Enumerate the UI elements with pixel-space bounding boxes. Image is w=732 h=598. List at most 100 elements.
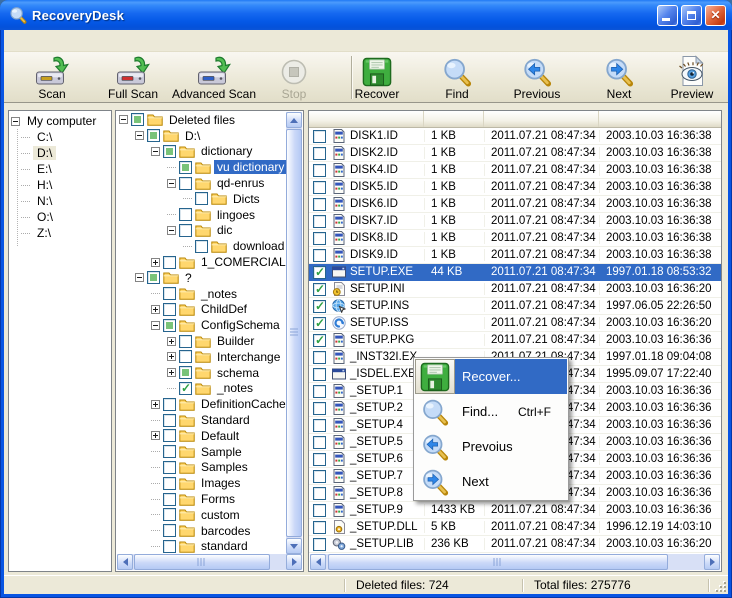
tree-node-schema[interactable]: schema (117, 365, 286, 381)
tree-node-standard[interactable]: Standard (117, 412, 286, 428)
scrollbar-thumb[interactable] (286, 129, 302, 537)
tree-node-download[interactable]: download (117, 238, 286, 254)
minimize-button[interactable] (657, 5, 678, 26)
file-checkbox[interactable] (313, 283, 326, 296)
toolbar-button-previous[interactable]: Previous (497, 55, 577, 101)
tree-node-forms[interactable]: Forms (117, 491, 286, 507)
file-checkbox[interactable] (313, 130, 326, 143)
tree-checkbox[interactable] (179, 335, 192, 348)
collapse-icon[interactable] (119, 115, 128, 124)
tree-checkbox[interactable] (131, 113, 144, 126)
tree-checkbox[interactable] (163, 493, 176, 506)
toolbar-button-find[interactable]: Find (417, 55, 497, 101)
list-hscrollbar[interactable] (310, 554, 720, 570)
tree-node-blank[interactable]: ? (117, 270, 286, 286)
toolbar-button-advanced-scan[interactable]: Advanced Scan (168, 55, 260, 101)
tree-checkbox[interactable] (163, 256, 176, 269)
drive-item-o[interactable]: O:\ (9, 209, 111, 225)
file-checkbox[interactable] (313, 521, 326, 534)
tree-node-custom[interactable]: custom (117, 507, 286, 523)
scroll-up-button[interactable] (286, 112, 302, 128)
file-row-setup-pkg[interactable]: SETUP.PKG 2011.07.21 08:47:34 2003.10.03… (309, 332, 721, 349)
file-checkbox[interactable] (313, 181, 326, 194)
tree-checkbox[interactable] (179, 382, 192, 395)
maximize-button[interactable] (681, 5, 702, 26)
toolbar-button-preview[interactable]: Preview (657, 55, 727, 101)
tree-node-builder[interactable]: Builder (117, 333, 286, 349)
file-row-disk4-id[interactable]: DISK4.ID 1 KB 2011.07.21 08:47:34 2003.1… (309, 162, 721, 179)
file-checkbox[interactable] (313, 402, 326, 415)
file-checkbox[interactable] (313, 436, 326, 449)
tree-node-samples[interactable]: Samples (117, 460, 286, 476)
tree-node-interchange[interactable]: Interchange (117, 349, 286, 365)
my-computer-node[interactable]: My computer (9, 113, 111, 129)
file-checkbox[interactable] (313, 487, 326, 500)
file-checkbox[interactable] (313, 538, 326, 551)
context-menu-item-find[interactable]: Find... Ctrl+F (415, 394, 567, 429)
tree-checkbox[interactable] (163, 319, 176, 332)
file-row-setup-lib[interactable]: _SETUP.LIB 236 KB 2011.07.21 08:47:34 20… (309, 536, 721, 553)
file-checkbox[interactable] (313, 453, 326, 466)
scrollbar-thumb[interactable] (134, 554, 270, 570)
collapse-icon[interactable] (167, 226, 176, 235)
tree-checkbox[interactable] (163, 414, 176, 427)
tree-checkbox[interactable] (179, 224, 192, 237)
toolbar-button-full-scan[interactable]: Full Scan (93, 55, 173, 101)
tree-checkbox[interactable] (147, 271, 160, 284)
tree-checkbox[interactable] (163, 303, 176, 316)
file-row-disk9-id[interactable]: DISK9.ID 1 KB 2011.07.21 08:47:34 2003.1… (309, 247, 721, 264)
tree-node-childdef[interactable]: ChildDef (117, 302, 286, 318)
column-header-size[interactable] (424, 111, 484, 127)
file-checkbox[interactable] (313, 351, 326, 364)
tree-checkbox[interactable] (163, 145, 176, 158)
file-row-setup-9[interactable]: _SETUP.9 1433 KB 2011.07.21 08:47:34 200… (309, 502, 721, 519)
scroll-right-button[interactable] (704, 554, 720, 570)
file-row-disk1-id[interactable]: DISK1.ID 1 KB 2011.07.21 08:47:34 2003.1… (309, 128, 721, 145)
file-checkbox[interactable] (313, 368, 326, 381)
file-row-disk5-id[interactable]: DISK5.ID 1 KB 2011.07.21 08:47:34 2003.1… (309, 179, 721, 196)
file-row-setup-iss[interactable]: SETUP.ISS 2011.07.21 08:47:34 2003.10.03… (309, 315, 721, 332)
tree-node-1-comercial[interactable]: 1_COMERCIAL (117, 254, 286, 270)
context-menu-item-recover[interactable]: Recover... (415, 359, 567, 394)
expand-icon[interactable] (151, 258, 160, 267)
tree-node-d[interactable]: D:\ (117, 128, 286, 144)
file-checkbox[interactable] (313, 266, 326, 279)
file-row-disk6-id[interactable]: DISK6.ID 1 KB 2011.07.21 08:47:34 2003.1… (309, 196, 721, 213)
column-header-created[interactable] (484, 111, 599, 127)
tree-checkbox[interactable] (163, 508, 176, 521)
tree-checkbox[interactable] (179, 208, 192, 221)
collapse-icon[interactable] (151, 321, 160, 330)
tree-checkbox[interactable] (163, 477, 176, 490)
tree-checkbox[interactable] (179, 366, 192, 379)
close-button[interactable]: ✕ (705, 5, 726, 26)
tree-node-dictionary[interactable]: dictionary (117, 144, 286, 160)
file-row-setup-ini[interactable]: SETUP.INI 2011.07.21 08:47:34 2003.10.03… (309, 281, 721, 298)
file-row-setup-exe[interactable]: SETUP.EXE 44 KB 2011.07.21 08:47:34 1997… (309, 264, 721, 281)
drive-item-n[interactable]: N:\ (9, 193, 111, 209)
expand-icon[interactable] (167, 368, 176, 377)
file-row-disk8-id[interactable]: DISK8.ID 1 KB 2011.07.21 08:47:34 2003.1… (309, 230, 721, 247)
expand-icon[interactable] (151, 400, 160, 409)
tree-node-barcodes[interactable]: barcodes (117, 523, 286, 539)
file-checkbox[interactable] (313, 470, 326, 483)
tree-checkbox[interactable] (179, 350, 192, 363)
title-bar[interactable]: RecoveryDesk ✕ (0, 0, 732, 30)
menu-item-view[interactable] (24, 38, 42, 44)
collapse-icon[interactable] (135, 131, 144, 140)
scroll-right-button[interactable] (286, 554, 302, 570)
tree-checkbox[interactable] (195, 240, 208, 253)
file-checkbox[interactable] (313, 385, 326, 398)
file-checkbox[interactable] (313, 232, 326, 245)
file-checkbox[interactable] (313, 419, 326, 432)
context-menu-item-next[interactable]: Next (415, 464, 567, 499)
tree-node-configschema[interactable]: ConfigSchema (117, 317, 286, 333)
toolbar-button-recover[interactable]: Recover (337, 55, 417, 101)
tree-checkbox[interactable] (163, 524, 176, 537)
toolbar-button-scan[interactable]: Scan (12, 55, 92, 101)
resize-grip[interactable] (714, 580, 727, 593)
tree-checkbox[interactable] (163, 429, 176, 442)
tree-node-vu-dictionary[interactable]: vu dictionary (117, 159, 286, 175)
tree-checkbox[interactable] (163, 461, 176, 474)
tree-node-dic[interactable]: dic (117, 223, 286, 239)
drive-item-e[interactable]: E:\ (9, 161, 111, 177)
